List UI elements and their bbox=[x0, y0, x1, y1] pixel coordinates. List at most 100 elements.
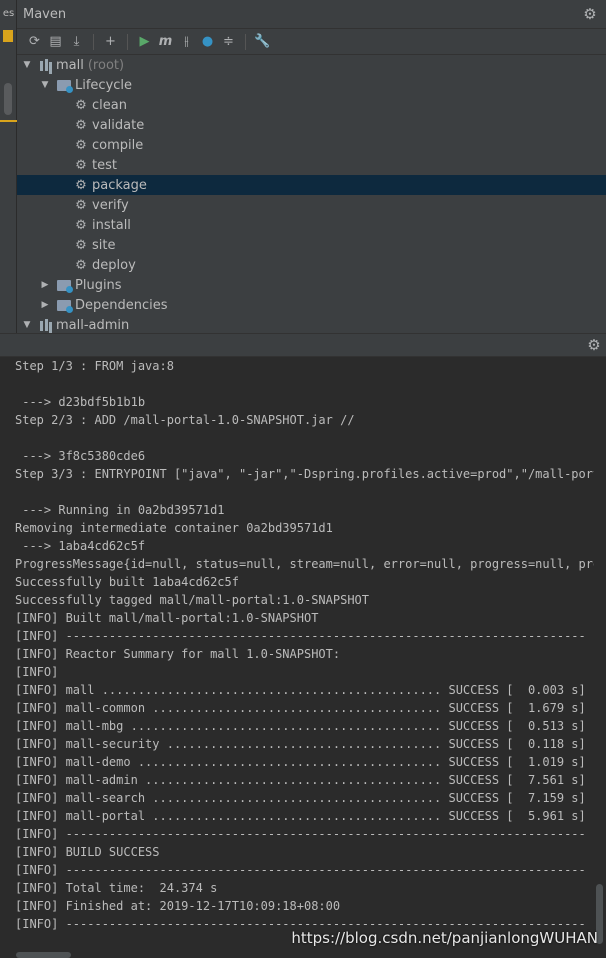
maven-panel: Maven ⚙ ⟳ ▤ ⤓ + ▶ m ⫲ ● ≑ 🔧 ▼ mall (root) ▼ Lifec… bbox=[17, 0, 606, 333]
execute-goal-icon[interactable]: m bbox=[156, 32, 175, 51]
phase-label: test bbox=[92, 157, 117, 173]
console-line: [INFO] mall-portal .....................… bbox=[15, 809, 586, 823]
watermark: https://blog.csdn.net/panjianlongWUHAN bbox=[291, 929, 598, 947]
refresh-icon[interactable]: ⟳ bbox=[25, 32, 44, 51]
lifecycle-phase-clean[interactable]: ⚙ clean bbox=[17, 95, 606, 115]
lifecycle-phase-site[interactable]: ⚙ site bbox=[17, 235, 606, 255]
goal-gear-icon: ⚙ bbox=[75, 257, 87, 273]
console-line: [INFO] Finished at: 2019-12-17T10:09:18+… bbox=[15, 899, 341, 913]
toggle-offline-icon[interactable]: ⫲ bbox=[177, 32, 196, 51]
lifecycle-phase-install[interactable]: ⚙ install bbox=[17, 215, 606, 235]
phase-label: verify bbox=[92, 197, 129, 213]
add-icon[interactable]: + bbox=[101, 32, 120, 51]
console-line: [INFO] mall-demo .......................… bbox=[15, 755, 586, 769]
download-icon[interactable]: ⤓ bbox=[67, 32, 86, 51]
console-line: ---> d23bdf5b1b1b bbox=[15, 395, 146, 409]
goal-gear-icon: ⚙ bbox=[75, 117, 87, 133]
maven-settings-gear-icon[interactable]: ⚙ bbox=[582, 5, 598, 23]
lifecycle-phase-verify[interactable]: ⚙ verify bbox=[17, 195, 606, 215]
tree-module-mall-admin[interactable]: ▼ mall-admin bbox=[17, 315, 606, 335]
maven-title: Maven bbox=[23, 6, 67, 22]
console-line: Successfully built 1aba4cd62c5f bbox=[15, 575, 239, 589]
toolbar-separator bbox=[127, 33, 128, 50]
goal-gear-icon: ⚙ bbox=[75, 137, 87, 153]
build-console-output[interactable]: Step 1/3 : FROM java:8 ---> d23bdf5b1b1b… bbox=[0, 357, 594, 958]
console-line: Successfully tagged mall/mall-portal:1.0… bbox=[15, 593, 370, 607]
console-line: Step 1/3 : FROM java:8 bbox=[15, 359, 174, 373]
phase-label: compile bbox=[92, 137, 144, 153]
console-line: Step 2/3 : ADD /mall-portal-1.0-SNAPSHOT… bbox=[15, 413, 355, 427]
console-line: [INFO] ---------------------------------… bbox=[15, 827, 586, 841]
maven-project-tree: ▼ mall (root) ▼ Lifecycle ⚙ clean ⚙ validat… bbox=[17, 55, 606, 335]
run-panel-header: ⚙ bbox=[0, 333, 606, 357]
goal-gear-icon: ⚙ bbox=[75, 217, 87, 233]
run-settings-gear-icon[interactable]: ⚙ bbox=[586, 336, 602, 354]
console-line: [INFO] Reactor Summary for mall 1.0-SNAP… bbox=[15, 647, 341, 661]
dependencies-folder-icon bbox=[57, 299, 73, 313]
tree-lifecycle[interactable]: ▼ Lifecycle bbox=[17, 75, 606, 95]
collapse-all-icon[interactable]: ≑ bbox=[219, 32, 238, 51]
phase-label: deploy bbox=[92, 257, 136, 273]
phase-label: site bbox=[92, 237, 116, 253]
goal-gear-icon: ⚙ bbox=[75, 237, 87, 253]
console-line: Step 3/3 : ENTRYPOINT ["java", "-jar","-… bbox=[15, 467, 594, 481]
strip-label: es bbox=[2, 8, 15, 19]
expand-arrow-icon[interactable]: ▼ bbox=[21, 60, 33, 70]
strip-scrollbar[interactable] bbox=[4, 83, 12, 115]
lifecycle-phase-deploy[interactable]: ⚙ deploy bbox=[17, 255, 606, 275]
console-line: ---> 3f8c5380cde6 bbox=[15, 449, 146, 463]
root-label: mall bbox=[56, 57, 84, 73]
console-line: [INFO] Built mall/mall-portal:1.0-SNAPSH… bbox=[15, 611, 319, 625]
lifecycle-phase-validate[interactable]: ⚙ validate bbox=[17, 115, 606, 135]
lifecycle-phase-compile[interactable]: ⚙ compile bbox=[17, 135, 606, 155]
console-line: [INFO] mall ............................… bbox=[15, 683, 586, 697]
settings-wrench-icon[interactable]: 🔧 bbox=[253, 32, 272, 51]
maven-module-icon bbox=[39, 319, 52, 331]
dependencies-label: Dependencies bbox=[75, 297, 168, 313]
lifecycle-phase-test[interactable]: ⚙ test bbox=[17, 155, 606, 175]
collapse-arrow-icon[interactable]: ▶ bbox=[39, 300, 51, 310]
collapse-arrow-icon[interactable]: ▶ bbox=[39, 280, 51, 290]
run-icon[interactable]: ▶ bbox=[135, 32, 154, 51]
console-line: [INFO] ---------------------------------… bbox=[15, 863, 586, 877]
generate-sources-icon[interactable]: ▤ bbox=[46, 32, 65, 51]
goal-gear-icon: ⚙ bbox=[75, 97, 87, 113]
tree-dependencies[interactable]: ▶ Dependencies bbox=[17, 295, 606, 315]
phase-label: validate bbox=[92, 117, 145, 133]
console-line: [INFO] Total time: 24.374 s bbox=[15, 881, 218, 895]
console-line: ---> 1aba4cd62c5f bbox=[15, 539, 146, 553]
goal-gear-icon: ⚙ bbox=[75, 177, 87, 193]
console-line: Removing intermediate container 0a2bd395… bbox=[15, 521, 333, 535]
console-line: [INFO] ---------------------------------… bbox=[15, 629, 586, 643]
expand-arrow-icon[interactable]: ▼ bbox=[21, 320, 33, 330]
console-horizontal-scroll-thumb[interactable] bbox=[16, 952, 71, 958]
maven-toolbar: ⟳ ▤ ⤓ + ▶ m ⫲ ● ≑ 🔧 bbox=[17, 29, 606, 55]
plugins-label: Plugins bbox=[75, 277, 122, 293]
toolbar-separator bbox=[245, 33, 246, 50]
goal-gear-icon: ⚙ bbox=[75, 157, 87, 173]
left-tool-strip: es bbox=[0, 0, 17, 333]
tree-root-mall[interactable]: ▼ mall (root) bbox=[17, 55, 606, 75]
skip-tests-icon[interactable]: ● bbox=[198, 32, 217, 51]
lifecycle-folder-icon bbox=[57, 79, 73, 93]
console-vertical-scrollbar[interactable] bbox=[594, 357, 606, 958]
root-suffix: (root) bbox=[87, 57, 125, 73]
phase-label: clean bbox=[92, 97, 127, 113]
goal-gear-icon: ⚙ bbox=[75, 197, 87, 213]
maven-header: Maven ⚙ bbox=[17, 0, 606, 29]
expand-arrow-icon[interactable]: ▼ bbox=[39, 80, 51, 90]
phase-label: install bbox=[92, 217, 131, 233]
phase-label: package bbox=[92, 177, 147, 193]
toolbar-separator bbox=[93, 33, 94, 50]
tree-plugins[interactable]: ▶ Plugins bbox=[17, 275, 606, 295]
console-line: [INFO] mall-mbg ........................… bbox=[15, 719, 586, 733]
console-line: [INFO] BUILD SUCCESS bbox=[15, 845, 160, 859]
lifecycle-phase-package[interactable]: ⚙ package bbox=[17, 175, 606, 195]
console-line: [INFO] mall-search .....................… bbox=[15, 791, 586, 805]
plugins-folder-icon bbox=[57, 279, 73, 293]
maven-module-icon bbox=[39, 59, 52, 71]
bookmark-marker bbox=[3, 30, 13, 42]
module-label: mall-admin bbox=[56, 317, 130, 333]
